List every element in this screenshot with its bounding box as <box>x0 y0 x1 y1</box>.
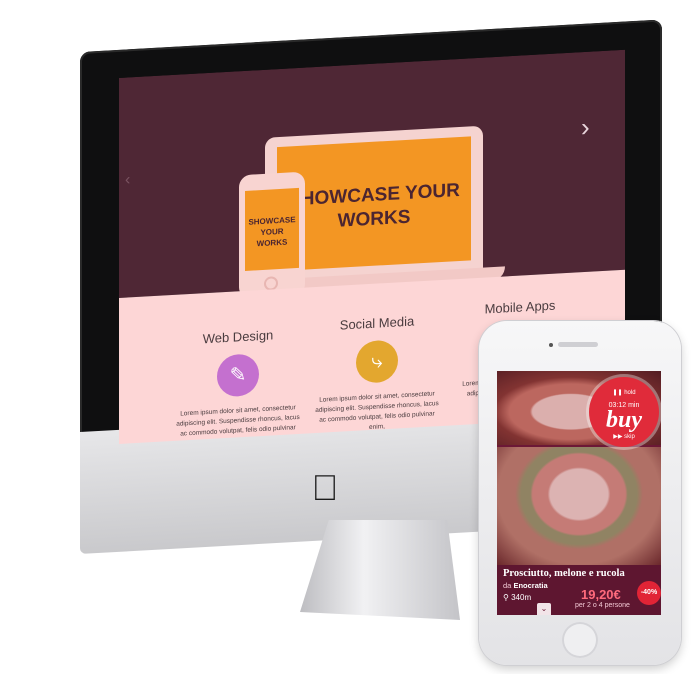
deal-distance: ⚲ 340m <box>503 593 532 602</box>
hero-title: SHOWCASE YOUR WORKS <box>288 179 460 232</box>
apple-logo-icon:  <box>305 468 345 508</box>
buy-label: buy <box>606 407 642 433</box>
chevron-left-icon[interactable]: ‹ <box>125 171 130 189</box>
skip-label[interactable]: ▶▶ skip <box>589 433 659 440</box>
phone-mockup: SHOWCASE YOUR WORKS <box>239 171 305 300</box>
buy-button[interactable]: ❚❚ hold 03:12 min buy ▶▶ skip <box>589 377 659 447</box>
vendor-name[interactable]: Enocratia <box>513 581 547 590</box>
iphone-speaker <box>558 342 598 347</box>
deal-persons: per 2 o 4 persone <box>575 602 630 609</box>
phone-hero-title: SHOWCASE YOUR WORKS <box>248 215 296 249</box>
hold-label[interactable]: ❚❚ hold <box>589 389 659 396</box>
chevron-right-icon[interactable]: › <box>581 112 590 143</box>
discount-badge: -40% <box>637 581 661 605</box>
brush-icon[interactable]: ✎ <box>217 353 259 398</box>
phone-mockup-display: SHOWCASE YOUR WORKS <box>245 187 299 271</box>
laptop-display: SHOWCASE YOUR WORKS <box>277 136 471 272</box>
share-icon[interactable]: ⤷ <box>356 339 398 384</box>
iphone-camera <box>549 343 553 347</box>
deal-price: 19,20€ <box>581 587 621 602</box>
feature-social-media: Social Media ⤷ Lorem ipsum dolor sit ame… <box>312 312 442 436</box>
deal-vendor: da Enocratia <box>503 581 548 590</box>
chevron-down-icon[interactable]: ⌄ <box>537 603 551 615</box>
feature-web-design: Web Design ✎ Lorem ipsum dolor sit amet,… <box>173 326 303 444</box>
iphone-device: ❚❚ hold 03:12 min buy ▶▶ skip Prosciutto… <box>479 321 681 665</box>
location-pin-icon: ⚲ <box>503 593 509 602</box>
deal-title: Prosciutto, melone e rucola <box>503 568 625 579</box>
iphone-screen: ❚❚ hold 03:12 min buy ▶▶ skip Prosciutto… <box>497 371 661 615</box>
hero-section: ‹ › SHOWCASE YOUR WORKS SHOWCASE YOUR WO… <box>119 49 625 300</box>
iphone-home-button[interactable] <box>562 622 598 658</box>
